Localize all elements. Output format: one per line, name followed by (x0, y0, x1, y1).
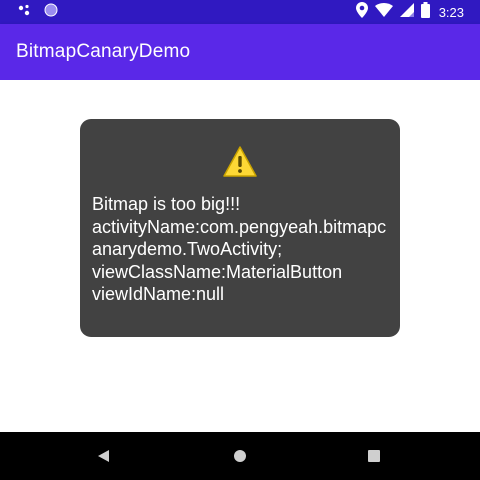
status-left-icons (18, 3, 58, 22)
location-icon (355, 1, 368, 23)
status-right-icons: 3:23 (355, 1, 464, 23)
warning-icon (222, 145, 258, 179)
recents-icon[interactable] (364, 446, 384, 466)
status-bar: 3:23 (0, 0, 480, 24)
back-icon[interactable] (94, 446, 114, 466)
cell-signal-icon (399, 2, 414, 22)
main-content: Bitmap is too big!!! activityName:com.pe… (0, 80, 480, 432)
home-icon[interactable] (230, 446, 250, 466)
navigation-bar (0, 432, 480, 480)
toast-message: Bitmap is too big!!! activityName:com.pe… (92, 194, 387, 304)
app-title: BitmapCanaryDemo (16, 41, 191, 62)
toast: Bitmap is too big!!! activityName:com.pe… (80, 119, 400, 337)
status-time: 3:23 (438, 4, 464, 20)
wifi-icon (374, 2, 393, 22)
app-bar: BitmapCanaryDemo (0, 24, 480, 80)
assistant-circle-icon (44, 3, 58, 22)
battery-icon (420, 1, 430, 23)
notification-dots-icon (18, 3, 34, 21)
